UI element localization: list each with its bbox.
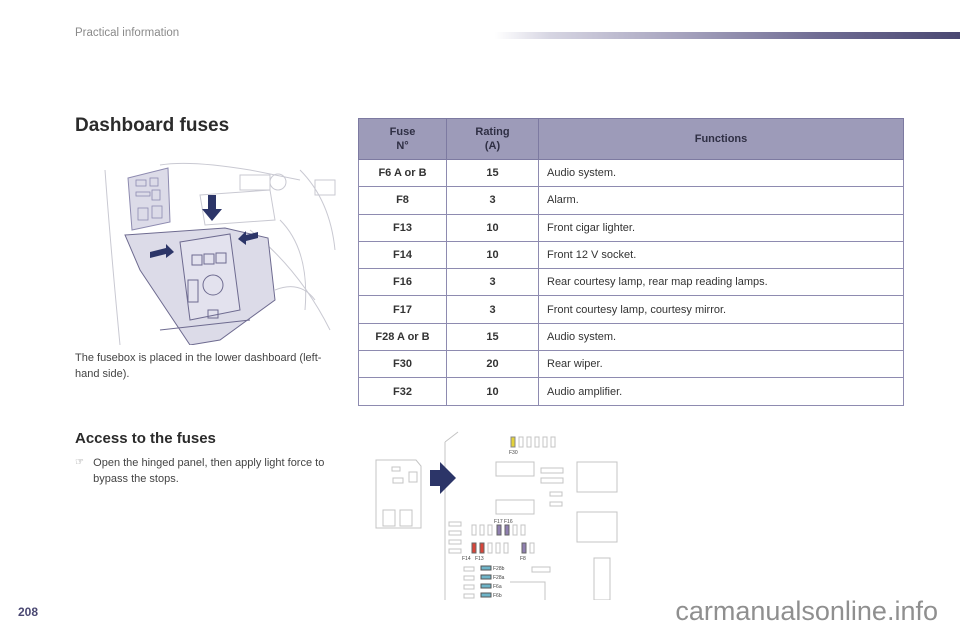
- fuse-rating: 15: [446, 322, 539, 352]
- pointing-hand-icon: ☞: [75, 457, 84, 468]
- fuse-rating: 3: [446, 186, 539, 215]
- fuse-f6a-blue: [480, 583, 492, 589]
- dashboard-fusebox-illustration: [104, 162, 336, 345]
- fuse-number: F13: [358, 213, 447, 242]
- table-row: F16 3 Rear courtesy lamp, rear map reading…: [358, 268, 904, 297]
- fuse-rating: 10: [446, 213, 539, 242]
- table-row: F6 A or B 15 Audio system.: [358, 158, 904, 188]
- fuse-number: F8: [358, 186, 447, 215]
- fuse-function: Front 12 V socket.: [538, 240, 904, 270]
- label-f28b: F28b: [493, 566, 505, 572]
- label-f16: F16: [504, 519, 513, 525]
- access-step-text: Open the hinged panel, then apply light …: [93, 457, 325, 485]
- table-row: F14 10 Front 12 V socket.: [358, 240, 904, 270]
- fuse-rating: 10: [446, 377, 539, 406]
- fuse-f13-red: [479, 542, 485, 554]
- header-rating: Rating (A): [446, 118, 539, 160]
- section-header: Practical information: [75, 27, 180, 39]
- fuse-f28b-blue: [480, 565, 492, 571]
- table-row: F30 20 Rear wiper.: [358, 350, 904, 379]
- fusebox-cover: [127, 167, 171, 231]
- fuse-function: Rear wiper.: [538, 350, 904, 379]
- label-f6a: F6a: [493, 584, 502, 590]
- access-section-title: Access to the fuses: [75, 430, 216, 447]
- table-row: F8 3 Alarm.: [358, 186, 904, 215]
- fuse-number: F28 A or B: [358, 322, 447, 352]
- fuse-function: Alarm.: [538, 186, 904, 215]
- access-step: ☞ Open the hinged panel, then apply ligh…: [75, 455, 335, 487]
- fuse-number: F16: [358, 268, 447, 297]
- fuse-number: F30: [358, 350, 447, 379]
- fuse-table: Fuse N° Rating (A) Functions F6 A or B 15 Au…: [358, 118, 904, 406]
- fuse-function: Audio amplifier.: [538, 377, 904, 406]
- fuse-f17-purple: [496, 524, 502, 536]
- fuse-function: Audio system.: [538, 322, 904, 352]
- page-number: 208: [18, 605, 39, 619]
- location-arrow-icon: [430, 462, 456, 494]
- fuse-f16-purple: [504, 524, 510, 536]
- header-functions: Functions: [538, 118, 904, 160]
- fuse-f30-yellow: [510, 436, 516, 448]
- header-gradient-bar: [495, 32, 960, 39]
- watermark: carmanualsonline.info: [675, 596, 938, 626]
- fusebox-location-text: The fusebox is placed in the lower dashb…: [75, 352, 322, 380]
- fuse-layout-diagram: F30 F17 F16 F14 F13 F8 F28b F28a F6a F6b: [375, 431, 618, 600]
- label-f30: F30: [509, 450, 518, 456]
- table-row: F17 3 Front courtesy lamp, courtesy mirror…: [358, 295, 904, 324]
- table-header-row: Fuse N° Rating (A) Functions: [358, 118, 904, 160]
- fuse-number: F17: [358, 295, 447, 324]
- label-f14: F14: [462, 556, 471, 562]
- header-fuse-number: Fuse N°: [358, 118, 447, 160]
- table-row: F13 10 Front cigar lighter.: [358, 213, 904, 242]
- fuse-f14-red: [471, 542, 477, 554]
- fuse-rating: 20: [446, 350, 539, 379]
- fuse-rating: 15: [446, 158, 539, 188]
- fuse-f28a-blue: [480, 574, 492, 580]
- label-f28a: F28a: [493, 575, 505, 581]
- fuse-f8-purple: [521, 542, 527, 554]
- fuse-f6b-blue: [480, 592, 492, 598]
- page-title: Dashboard fuses: [75, 115, 230, 136]
- fuse-function: Front courtesy lamp, courtesy mirror.: [538, 295, 904, 324]
- label-f6b: F6b: [493, 593, 502, 599]
- fuse-rating: 3: [446, 268, 539, 297]
- fuse-number: F14: [358, 240, 447, 270]
- label-f17: F17: [494, 519, 503, 525]
- label-f8: F8: [520, 556, 526, 562]
- table-row: F32 10 Audio amplifier.: [358, 377, 904, 406]
- fuse-function: Front cigar lighter.: [538, 213, 904, 242]
- table-row: F28 A or B 15 Audio system.: [358, 322, 904, 352]
- fuse-number: F6 A or B: [358, 158, 447, 188]
- fuse-rating: 10: [446, 240, 539, 270]
- label-f13: F13: [475, 556, 484, 562]
- fuse-rating: 3: [446, 295, 539, 324]
- fuse-function: Audio system.: [538, 158, 904, 188]
- fuse-function: Rear courtesy lamp, rear map reading lam…: [538, 268, 904, 297]
- fuse-number: F32: [358, 377, 447, 406]
